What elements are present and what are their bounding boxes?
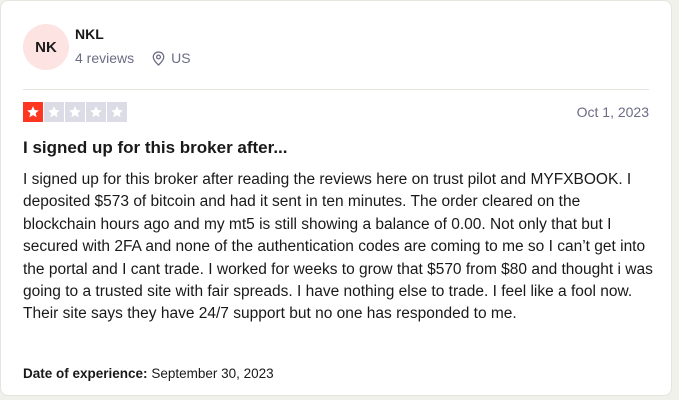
star-icon	[86, 102, 106, 122]
review-card: NK NKL 4 reviews US Oct 1, 2023 I signed…	[0, 0, 672, 396]
review-title[interactable]: I signed up for this broker after...	[23, 138, 288, 158]
experience-date: September 30, 2023	[151, 366, 274, 381]
experience-label: Date of experience:	[23, 366, 148, 381]
star-icon	[65, 102, 85, 122]
reviewer-name[interactable]: NKL	[75, 26, 104, 42]
reviewer-country: US	[152, 50, 191, 66]
avatar[interactable]: NK	[23, 24, 69, 70]
star-rating	[23, 102, 128, 122]
divider	[23, 89, 649, 90]
star-icon	[23, 102, 43, 122]
country-label: US	[171, 50, 191, 66]
location-pin-icon	[152, 50, 165, 66]
date-of-experience: Date of experience: September 30, 2023	[23, 366, 274, 381]
avatar-initials: NK	[35, 38, 57, 56]
reviews-count: 4 reviews	[75, 50, 135, 66]
reviewer-meta: 4 reviews US	[75, 50, 191, 66]
review-date: Oct 1, 2023	[576, 104, 649, 120]
review-body: I signed up for this broker after readin…	[23, 171, 653, 323]
star-icon	[107, 102, 127, 122]
star-icon	[44, 102, 64, 122]
